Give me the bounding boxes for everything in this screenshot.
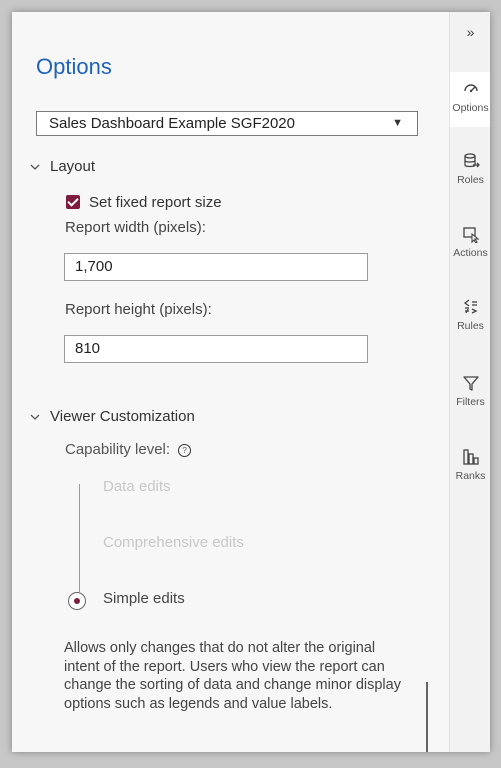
level-data-edits[interactable]: Data edits <box>103 478 171 495</box>
capability-slider-track[interactable] <box>79 484 80 592</box>
report-width-input[interactable]: 1,700 <box>64 253 368 281</box>
fixed-size-checkbox[interactable] <box>66 195 80 209</box>
report-select[interactable]: Sales Dashboard Example SGF2020 ▼ <box>36 111 418 136</box>
expand-button[interactable]: » <box>450 24 490 40</box>
options-icon <box>463 84 478 93</box>
rail-item-filters-label: Filters <box>456 396 485 408</box>
options-pane: Options Sales Dashboard Example SGF2020 … <box>12 12 449 752</box>
layout-section-label: Layout <box>50 158 96 175</box>
level-selected-radio[interactable] <box>68 592 86 610</box>
rail-item-options-label: Options <box>452 102 489 114</box>
filter-icon <box>462 376 479 391</box>
report-width-label: Report width (pixels): <box>65 219 206 236</box>
rail-item-filters[interactable]: Filters <box>450 374 490 408</box>
report-height-label: Report height (pixels): <box>65 301 212 318</box>
actions-icon <box>462 227 480 243</box>
scrollbar[interactable] <box>426 682 428 752</box>
report-height-input[interactable]: 810 <box>64 335 368 363</box>
rail-item-ranks-label: Ranks <box>455 470 486 482</box>
layout-section-header[interactable]: Layout <box>30 158 95 175</box>
options-panel: Options Sales Dashboard Example SGF2020 … <box>12 12 490 752</box>
capability-level-label: Capability level:? <box>65 441 192 458</box>
roles-icon <box>463 153 480 168</box>
rail-item-ranks[interactable]: Ranks <box>450 448 490 482</box>
report-select-value: Sales Dashboard Example SGF2020 <box>49 115 295 132</box>
rules-icon <box>463 299 477 314</box>
rail-item-options[interactable]: Options <box>450 72 490 127</box>
level-comprehensive-edits[interactable]: Comprehensive edits <box>103 534 244 551</box>
level-simple-edits[interactable]: Simple edits <box>103 590 185 607</box>
rail-item-roles[interactable]: Roles <box>450 152 490 186</box>
rail-item-rules-label: Rules <box>457 320 484 332</box>
help-icon[interactable]: ? <box>178 444 192 457</box>
chevron-down-icon <box>30 162 44 174</box>
right-rail: » Options Roles Actions Rules Filters Ra… <box>449 12 490 752</box>
fixed-size-checkbox-row[interactable]: Set fixed report size <box>66 194 222 211</box>
rail-item-actions-label: Actions <box>453 247 488 259</box>
viewer-customization-header[interactable]: Viewer Customization <box>30 408 195 425</box>
ranks-icon <box>462 449 479 465</box>
rail-item-actions[interactable]: Actions <box>450 225 490 259</box>
chevron-down-icon <box>30 412 44 424</box>
capability-level-text: Capability level: <box>65 441 171 458</box>
rail-item-rules[interactable]: Rules <box>450 298 490 332</box>
viewer-customization-label: Viewer Customization <box>50 408 195 425</box>
capability-description: Allows only changes that do not alter th… <box>64 640 401 712</box>
rail-item-roles-label: Roles <box>457 174 484 186</box>
chevron-down-icon: ▼ <box>392 117 403 129</box>
fixed-size-label: Set fixed report size <box>89 194 222 211</box>
page-title: Options <box>36 54 112 79</box>
